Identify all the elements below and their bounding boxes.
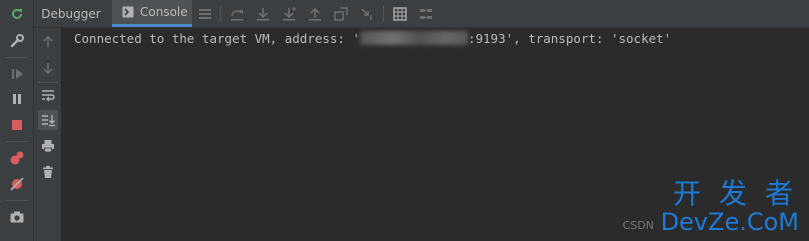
trash-icon[interactable] [38, 162, 58, 182]
drop-frame-icon[interactable] [333, 6, 349, 22]
trace-icon[interactable] [418, 6, 434, 22]
watermark-line-1: 开发者 [672, 177, 809, 210]
force-step-into-icon[interactable] [281, 6, 297, 22]
print-icon[interactable] [38, 136, 58, 156]
toolbar-separator [6, 57, 28, 58]
toolbar-separator [220, 6, 221, 22]
watermark-csdn: CSDN [622, 219, 654, 232]
stop-icon[interactable] [9, 117, 25, 133]
scroll-to-end-icon[interactable] [38, 110, 58, 130]
console-tab-icon [122, 6, 134, 18]
console-line: Connected to the target VM, address: ' :9… [74, 31, 671, 46]
console-text-suffix: :9193', transport: 'socket' [467, 31, 672, 46]
watermark-line-2: DevZe.CoM [660, 208, 799, 236]
toolbar-separator [38, 82, 58, 83]
wrench-icon[interactable] [9, 33, 25, 49]
debug-actions-toolbar [0, 0, 34, 241]
toolbar-separator [383, 6, 384, 22]
tab-debugger[interactable]: Debugger [34, 0, 108, 27]
step-over-icon[interactable] [229, 6, 245, 22]
tab-bar: Debugger Console [34, 0, 809, 28]
step-into-icon[interactable] [255, 6, 271, 22]
down-arrow-icon[interactable] [38, 58, 58, 78]
menu-icon[interactable] [197, 6, 213, 22]
evaluate-icon[interactable] [392, 6, 408, 22]
tab-label: Console [140, 5, 188, 19]
step-out-icon[interactable] [307, 6, 323, 22]
tab-console[interactable]: Console [112, 0, 192, 27]
soft-wrap-icon[interactable] [38, 85, 58, 105]
toolbar-separator [6, 141, 28, 142]
console-toolbar [34, 28, 62, 241]
view-breakpoints-icon[interactable] [9, 150, 25, 166]
watermark: 开发者 DevZe.CoM [660, 179, 799, 236]
rerun-icon[interactable] [9, 6, 25, 22]
tab-label: Debugger [41, 6, 101, 21]
up-arrow-icon[interactable] [38, 32, 58, 52]
console-text-prefix: Connected to the target VM, address: ' [74, 31, 360, 46]
pause-icon[interactable] [9, 91, 25, 107]
toolbar-separator [6, 200, 28, 201]
mute-breakpoints-icon[interactable] [9, 176, 25, 192]
run-to-cursor-icon[interactable] [359, 6, 375, 22]
redacted-address [359, 31, 468, 45]
debug-tool-window: Debugger Console Connected to the target… [0, 0, 809, 241]
resume-icon[interactable] [9, 66, 25, 82]
camera-icon[interactable] [9, 209, 25, 225]
